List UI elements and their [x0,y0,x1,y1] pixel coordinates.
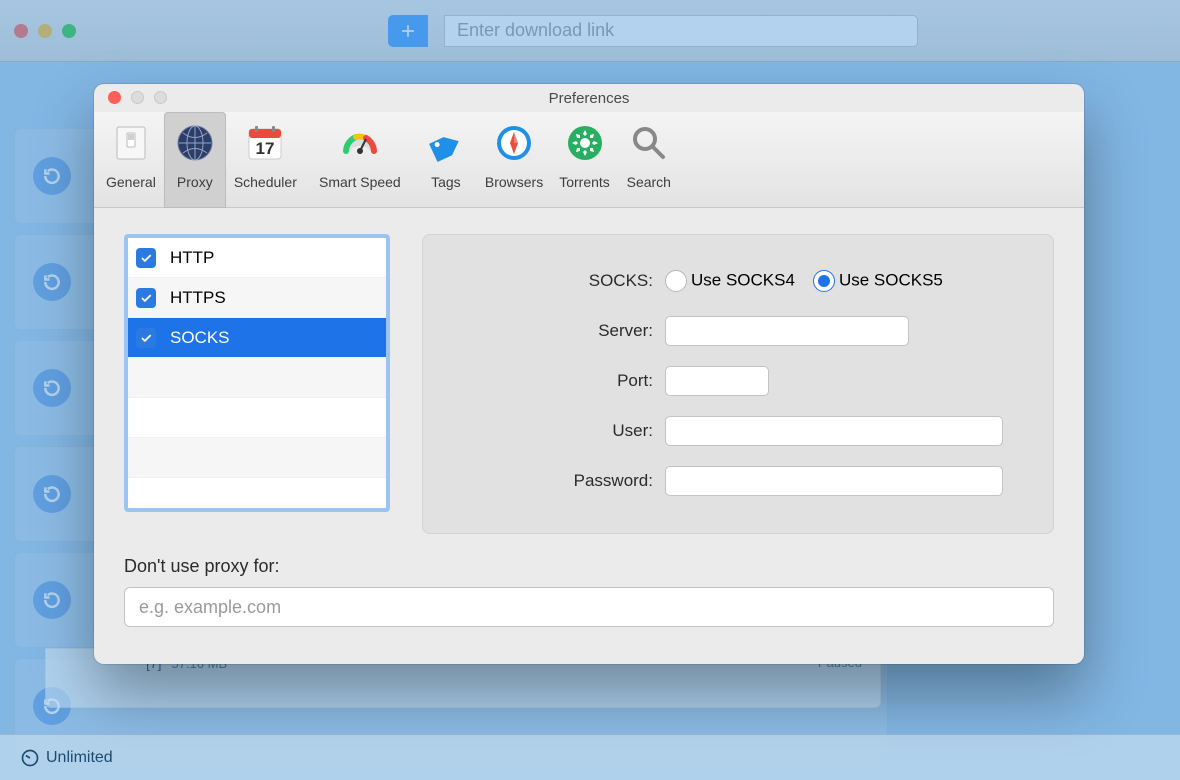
tag-icon [425,122,467,164]
server-input[interactable] [665,316,909,346]
protocol-row-http[interactable]: HTTP [128,238,386,278]
tab-proxy[interactable]: Proxy [164,112,226,208]
modal-close-button[interactable] [108,91,121,104]
tab-search[interactable]: Search [618,112,680,208]
server-label: Server: [423,321,665,341]
preferences-window: Preferences General Proxy 17 Scheduler S… [94,84,1084,664]
checkbox-https[interactable] [136,288,156,308]
tab-browsers[interactable]: Browsers [477,112,551,208]
modal-zoom-button [154,91,167,104]
password-label: Password: [423,471,665,491]
gear-icon [564,122,606,164]
protocol-label: HTTP [170,248,214,268]
preferences-titlebar: Preferences [94,84,1084,112]
checkbox-http[interactable] [136,248,156,268]
protocol-row-empty [128,438,386,478]
protocol-list[interactable]: HTTP HTTPS SOCKS [124,234,390,512]
gauge-icon [339,122,381,164]
protocol-row-https[interactable]: HTTPS [128,278,386,318]
protocol-row-empty [128,478,386,512]
protocol-label: SOCKS [170,328,230,348]
status-bar: Unlimited [0,734,1180,780]
switch-icon [110,122,152,164]
compass-icon [493,122,535,164]
radio-socks5[interactable]: Use SOCKS5 [813,270,943,292]
preferences-title: Preferences [549,90,630,107]
speed-limit-label: Unlimited [46,749,113,767]
search-icon [628,122,670,164]
proxy-exceptions-label: Don't use proxy for: [124,556,1054,577]
checkbox-socks[interactable] [136,328,156,348]
calendar-icon: 17 [244,122,286,164]
protocol-row-empty [128,358,386,398]
tab-general[interactable]: General [98,112,164,208]
network-globe-icon [174,122,216,164]
radio-socks4[interactable]: Use SOCKS4 [665,270,795,292]
protocol-row-socks[interactable]: SOCKS [128,318,386,358]
user-label: User: [423,421,665,441]
modal-traffic-lights [108,91,167,104]
tab-tags[interactable]: Tags [415,112,477,208]
proxy-form: SOCKS: Use SOCKS4 Use SOCKS5 Server: Por… [422,234,1054,534]
proxy-exceptions-input[interactable]: e.g. example.com [124,587,1054,627]
proxy-pane: HTTP HTTPS SOCKS SOCKS: [94,208,1084,664]
svg-text:17: 17 [256,139,275,158]
proxy-exceptions-placeholder: e.g. example.com [139,597,281,618]
protocol-row-empty [128,398,386,438]
speedometer-icon [20,748,40,768]
tab-smart-speed[interactable]: Smart Speed [305,112,415,208]
tab-torrents[interactable]: Torrents [551,112,618,208]
port-label: Port: [423,371,665,391]
port-input[interactable] [665,366,769,396]
tab-scheduler[interactable]: 17 Scheduler [226,112,305,208]
modal-minimize-button [131,91,144,104]
preferences-toolbar: General Proxy 17 Scheduler Smart Speed T… [94,112,1084,208]
user-input[interactable] [665,416,1003,446]
socks-label: SOCKS: [423,271,665,291]
password-input[interactable] [665,466,1003,496]
protocol-label: HTTPS [170,288,226,308]
